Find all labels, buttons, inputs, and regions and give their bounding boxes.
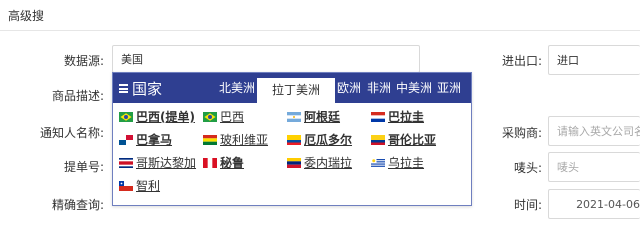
country-item-brazil[interactable]: 巴西 [203, 108, 244, 125]
buyer-label: 采购商: [501, 126, 542, 140]
country-name: 哥伦比亚 [388, 133, 437, 147]
country-item-costa-rica[interactable]: 哥斯达黎加 [119, 154, 196, 171]
country-name: 巴拿马 [136, 133, 173, 147]
country-picker-title-text: 国家 [132, 80, 163, 98]
country-name: 乌拉圭 [388, 156, 425, 170]
country-picker-header: 国家 北美洲 拉丁美洲 欧洲 非洲 中美洲 亚洲 [113, 73, 471, 103]
venezuela-flag-icon [287, 157, 301, 168]
country-item-paraguay[interactable]: 巴拉圭 [371, 108, 424, 125]
time-label: 时间: [513, 198, 542, 212]
header-divider [0, 30, 640, 31]
import-export-select[interactable]: 进口 [548, 45, 640, 75]
tab-europe[interactable]: 欧洲 [335, 73, 363, 103]
country-name: 巴拉圭 [388, 110, 425, 124]
country-item-venezuela[interactable]: 委内瑞拉 [287, 154, 352, 171]
chile-flag-icon [119, 180, 133, 191]
country-name: 秘鲁 [220, 156, 245, 170]
peru-flag-icon [203, 157, 217, 168]
country-item-ecuador[interactable]: 厄瓜多尔 [287, 131, 352, 148]
mark-label: 唛头: [513, 161, 542, 175]
tab-latin-america[interactable]: 拉丁美洲 [257, 78, 335, 103]
country-item-panama[interactable]: 巴拿马 [119, 131, 172, 148]
country-name: 玻利维亚 [220, 133, 269, 147]
country-item-colombia[interactable]: 哥伦比亚 [371, 131, 436, 148]
costa-rica-flag-icon [119, 157, 133, 168]
country-item-peru[interactable]: 秘鲁 [203, 154, 244, 171]
bolivia-flag-icon [203, 134, 217, 145]
country-name: 厄瓜多尔 [304, 133, 353, 147]
tab-asia[interactable]: 亚洲 [435, 73, 463, 103]
data-source-input[interactable]: 美国 [112, 45, 420, 73]
country-item-chile[interactable]: 智利 [119, 177, 160, 194]
country-name: 阿根廷 [304, 110, 341, 124]
product-desc-label: 商品描述: [51, 89, 104, 103]
colombia-flag-icon [371, 134, 385, 145]
tab-africa[interactable]: 非洲 [365, 73, 393, 103]
country-item-bolivia[interactable]: 玻利维亚 [203, 131, 268, 148]
page-title: 高级搜 [8, 9, 45, 23]
ecuador-flag-icon [287, 134, 301, 145]
import-export-label: 进出口: [501, 54, 542, 68]
country-name: 委内瑞拉 [304, 156, 353, 170]
paraguay-flag-icon [371, 111, 385, 122]
country-name: 智利 [136, 179, 161, 193]
exact-query-label: 精确查询: [51, 198, 104, 212]
country-picker-title: 国家 [119, 78, 162, 99]
tab-north-america[interactable]: 北美洲 [213, 73, 261, 103]
country-name: 巴西 [220, 110, 245, 124]
data-source-label: 数据源: [63, 54, 104, 68]
panama-flag-icon [119, 134, 133, 145]
country-picker-popup: 国家 北美洲 拉丁美洲 欧洲 非洲 中美洲 亚洲 巴西(提单) 巴西 阿根廷 巴… [112, 72, 472, 206]
mark-input[interactable]: 唛头 [548, 152, 640, 182]
country-item-argentina[interactable]: 阿根廷 [287, 108, 340, 125]
bill-no-label: 提单号: [63, 160, 104, 174]
tab-central-america[interactable]: 中美洲 [395, 73, 433, 103]
country-name: 巴西(提单) [136, 110, 195, 124]
advanced-search-header: 高级搜 [0, 0, 640, 30]
brazil-flag-icon [203, 111, 217, 122]
brazil-flag-icon [119, 111, 133, 122]
uruguay-flag-icon [371, 157, 385, 168]
menu-icon [119, 84, 128, 93]
country-item-brazil-bl[interactable]: 巴西(提单) [119, 108, 195, 125]
argentina-flag-icon [287, 111, 301, 122]
country-item-uruguay[interactable]: 乌拉圭 [371, 154, 424, 171]
buyer-input[interactable]: 请输入英文公司名 [548, 116, 640, 146]
notify-name-label: 通知人名称: [39, 126, 104, 140]
country-name: 哥斯达黎加 [136, 156, 197, 170]
time-input[interactable]: 2021-04-06 [548, 189, 640, 219]
